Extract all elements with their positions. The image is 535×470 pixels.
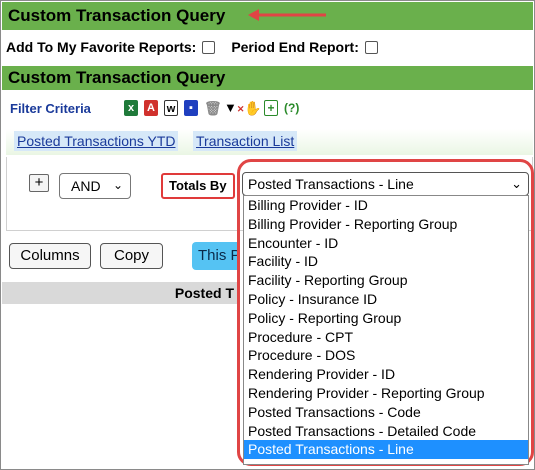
totals-by-value: Posted Transactions - Line [248,176,414,192]
dropdown-option[interactable]: Posted Transactions - Code [244,403,528,422]
this-period-button[interactable]: This P [192,242,238,270]
dropdown-option[interactable]: Billing Provider - ID [244,196,528,215]
copy-button[interactable]: Copy [100,243,163,269]
totals-by-dropdown-list: Billing Provider - ID Billing Provider -… [243,195,529,465]
dropdown-option[interactable]: Policy - Insurance ID [244,290,528,309]
hand-icon[interactable]: ✋ [244,100,261,116]
dropdown-option[interactable]: Facility - Reporting Group [244,271,528,290]
dropdown-option[interactable]: Encounter - ID [244,234,528,253]
add-icon[interactable]: + [264,100,278,116]
table-header: Posted T [2,282,238,304]
annotation-arrow-icon [248,9,326,21]
chevron-down-icon: ⌄ [511,176,522,191]
and-or-select[interactable]: AND ⌄ [59,173,131,199]
period-end-checkbox[interactable] [364,40,378,54]
report-options: Add To My Favorite Reports: Period End R… [6,39,394,55]
columns-button[interactable]: Columns [9,243,91,269]
clear-filter-icon[interactable]: ▼✕ [224,100,244,116]
dropdown-option[interactable]: Posted Transactions - Detailed Code [244,422,528,441]
filter-criteria-label: Filter Criteria [10,101,91,116]
save-icon[interactable]: ▪ [184,100,198,116]
period-end-label: Period End Report: [231,39,359,55]
dropdown-option[interactable]: Policy - Reporting Group [244,309,528,328]
dropdown-option[interactable]: Procedure - DOS [244,346,528,365]
delete-icon[interactable]: 🗑 [204,100,222,116]
dropdown-option[interactable]: Billing Provider - Reporting Group [244,215,528,234]
totals-by-label: Totals By [161,173,235,199]
tab-transaction-list[interactable]: Transaction List [193,131,298,151]
and-or-value: AND [71,178,101,194]
dropdown-option[interactable]: Rendering Provider - Reporting Group [244,384,528,403]
tab-posted-transactions-ytd[interactable]: Posted Transactions YTD [14,131,179,151]
toolbar: x A w ▪ 🗑 ▼✕ ✋ + (?) [124,100,299,116]
dropdown-option-selected[interactable]: Posted Transactions - Line [244,440,528,460]
excel-icon[interactable]: x [124,100,138,116]
word-icon[interactable]: w [164,100,178,116]
add-criteria-button[interactable]: + [29,174,49,192]
favorite-label: Add To My Favorite Reports: [6,39,197,55]
dropdown-option[interactable]: Facility - ID [244,252,528,271]
dropdown-option[interactable]: Rendering Provider - ID [244,365,528,384]
section-title: Custom Transaction Query [2,66,533,90]
totals-by-select[interactable]: Posted Transactions - Line ⌄ [242,172,529,196]
help-icon[interactable]: (?) [284,101,299,115]
pdf-icon[interactable]: A [144,100,158,116]
favorite-checkbox[interactable] [202,40,216,54]
chevron-down-icon: ⌄ [112,178,123,192]
dropdown-option[interactable]: Procedure - CPT [244,328,528,347]
